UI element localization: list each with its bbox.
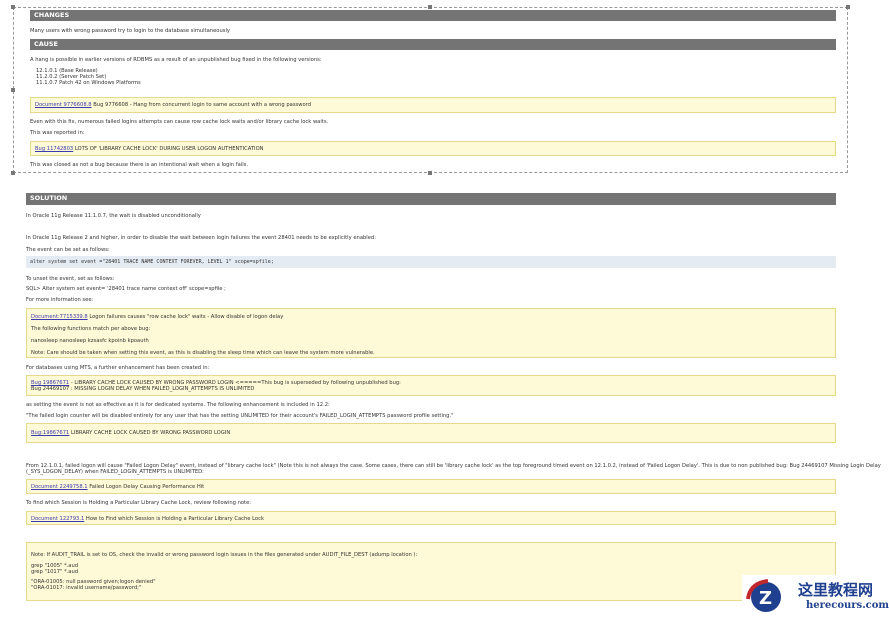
- note-box: Note: If AUDIT_TRAIL is set to OS, check…: [26, 542, 836, 601]
- paragraph: To find which Session is Holding a Parti…: [26, 500, 252, 506]
- box-line: Bug 24469107 : MISSING LOGIN DELAY WHEN …: [31, 386, 255, 392]
- paragraph: (_SYS_LOGON_DELAY) when FAILED_LOGIN_ATT…: [26, 469, 204, 475]
- resize-handle[interactable]: [11, 171, 15, 175]
- reference-box: Document:7715339.8 Logon failures causes…: [26, 308, 836, 358]
- document-link[interactable]: Document 122793.1: [31, 516, 84, 522]
- reference-text: How to Find which Session is Holding a P…: [84, 516, 264, 522]
- reference-text: Logon failures causes "row cache lock" w…: [87, 314, 284, 320]
- document-link[interactable]: Document 9776608.8: [35, 102, 92, 108]
- document-link[interactable]: Document:7715339.8: [31, 314, 88, 320]
- changes-text: Many users with wrong password try to lo…: [30, 28, 230, 34]
- watermark-en: herecours.com: [806, 600, 889, 611]
- reference-box: Document 2249758.1 Failed Logon Delay Ca…: [26, 479, 836, 494]
- paragraph: as setting the event is not as effective…: [26, 402, 330, 408]
- reference-box: Bug 11742803 LOTS OF 'LIBRARY CACHE LOCK…: [30, 141, 836, 156]
- paragraph: For more information see:: [26, 297, 94, 303]
- cause-intro: A hang is possible in earlier versions o…: [30, 57, 322, 63]
- paragraph: SQL> Alter system set event= '28401 trac…: [26, 286, 226, 292]
- section-header-solution: SOLUTION: [26, 193, 836, 205]
- resize-handle[interactable]: [846, 5, 850, 9]
- bug-link[interactable]: Bug:19867671: [31, 430, 69, 436]
- version-item: 11.1.0.7 Patch 42 on Windows Platforms: [36, 80, 141, 86]
- note-line: "ORA-01017: invalid username/password;": [31, 585, 142, 591]
- reference-box: Document 122793.1 How to Find which Sess…: [26, 511, 836, 525]
- paragraph: To unset the event, set as follows:: [26, 276, 115, 282]
- document-link[interactable]: Document 2249758.1: [31, 484, 88, 490]
- box-line: The following functions match per above …: [31, 326, 151, 332]
- svg-text:Z: Z: [759, 588, 772, 609]
- resize-handle[interactable]: [428, 5, 432, 9]
- paragraph: This was reported in:: [30, 130, 85, 136]
- reference-text: LIBRARY CACHE LOCK CAUSED BY WRONG PASSW…: [69, 430, 231, 436]
- resize-handle[interactable]: [11, 88, 15, 92]
- note-line: Note: If AUDIT_TRAIL is set to OS, check…: [31, 552, 418, 558]
- section-header-cause: CAUSE: [30, 39, 836, 50]
- paragraph: Even with this fix, numerous failed logi…: [30, 119, 329, 125]
- section-header-changes: CHANGES: [30, 10, 836, 21]
- reference-box: Bug 19867671 - LIBRARY CACHE LOCK CAUSED…: [26, 375, 836, 396]
- watermark-cn: 这里教程网: [798, 581, 874, 599]
- paragraph: This was closed as not a bug because the…: [30, 162, 248, 168]
- reference-text: Failed Logon Delay Causing Performance H…: [87, 484, 205, 490]
- paragraph: "The failed login counter will be disabl…: [26, 413, 454, 419]
- reference-text: Bug 9776608 - Hang from concurrent login…: [91, 102, 312, 108]
- code-block: alter system set event ="28401 TRACE NAM…: [26, 256, 836, 268]
- note-line: grep "1017" *.aud: [31, 569, 79, 575]
- reference-box: Document 9776608.8 Bug 9776608 - Hang fr…: [30, 97, 836, 113]
- reference-box: Bug:19867671 LIBRARY CACHE LOCK CAUSED B…: [26, 423, 836, 443]
- watermark-logo: Z 这里教程网 herecours.com: [742, 575, 889, 620]
- z-logo-icon: Z: [746, 579, 781, 612]
- resize-handle[interactable]: [11, 5, 15, 9]
- box-line: nanosleep nanosleep kzsasfc kpoinb kpoau…: [31, 338, 149, 344]
- resize-handle[interactable]: [428, 171, 432, 175]
- paragraph: In Oracle 11g Release 2 and higher, in o…: [26, 235, 376, 241]
- box-line: Note: Care should be taken when setting …: [31, 350, 375, 356]
- bug-link[interactable]: Bug 11742803: [35, 146, 73, 152]
- reference-text: LOTS OF 'LIBRARY CACHE LOCK' DURING USER…: [73, 146, 264, 152]
- paragraph: The event can be set as follows:: [26, 247, 110, 253]
- paragraph: In Oracle 11g Release 11.1.0.7, the wait…: [26, 213, 201, 219]
- paragraph: For databases using MTS, a further enhan…: [26, 365, 210, 371]
